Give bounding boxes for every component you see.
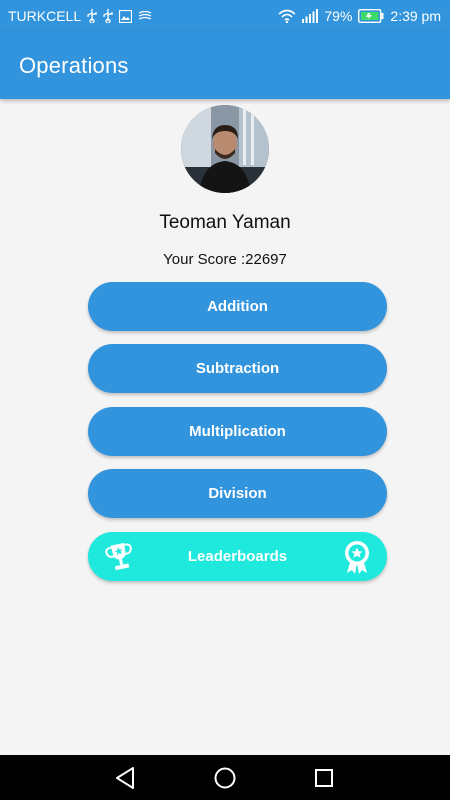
back-icon[interactable] [113,765,139,791]
status-bar: TURKCELL 79% 2:39 pm [0,0,450,32]
navigation-bar [0,755,450,800]
usb-icon [103,9,113,23]
leaderboards-button[interactable]: Leaderboards [88,532,387,581]
page-title: Operations [19,52,129,78]
subtraction-button-label: Subtraction [195,360,280,377]
user-name: Teoman Yaman [159,212,291,233]
subtraction-button[interactable]: Subtraction [88,344,387,393]
image-icon [119,9,133,23]
battery-charging-icon [358,9,384,23]
division-button-label: Division [208,485,267,502]
addition-button-label: Addition [207,298,268,315]
award-medal-icon [339,539,375,575]
addition-button[interactable]: Addition [88,282,387,331]
division-button[interactable]: Division [88,469,387,518]
score-label: Your Score :22697 [163,251,287,268]
battery-percent: 79% [324,8,353,24]
trophy-icon [102,539,138,575]
carrier-name: TURKCELL [8,8,82,24]
leaderboards-button-label: Leaderboards [187,548,288,565]
home-icon[interactable] [212,765,238,791]
multiplication-button[interactable]: Multiplication [88,407,387,456]
app-bar: Operations [0,32,450,99]
avatar [181,105,269,193]
nfc-icon [138,10,152,22]
status-bar-left: TURKCELL [8,8,152,24]
usb-icon [87,9,97,23]
multiplication-button-label: Multiplication [189,423,286,440]
signal-icon [302,9,319,23]
clock: 2:39 pm [390,8,441,24]
recent-apps-icon[interactable] [311,765,337,791]
wifi-icon [278,9,296,23]
status-bar-right: 79% 2:39 pm [278,8,441,24]
